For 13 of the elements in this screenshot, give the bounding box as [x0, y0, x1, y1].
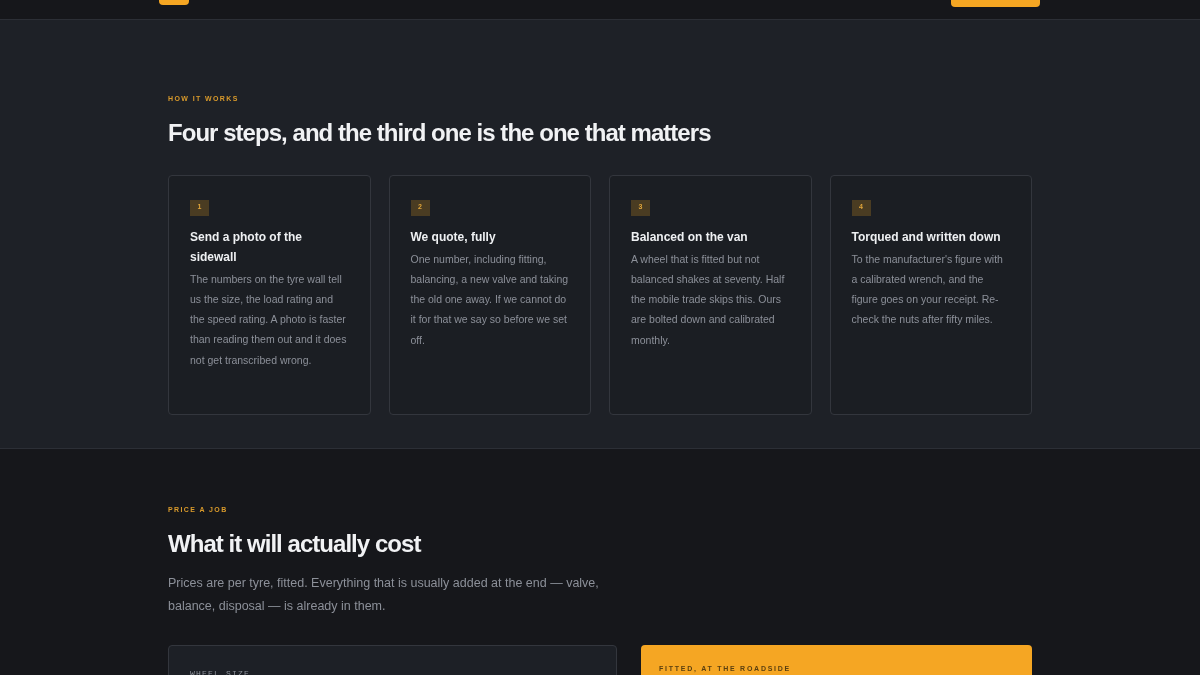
step-description: A wheel that is fitted but not balanced shakes at seventy. Half the mobile trade skips this. Ours are bolted down and calibrated monthly. — [631, 251, 786, 348]
step-title: Send a photo of the sidewall — [190, 228, 303, 266]
field-label: WHEEL SIZE — [190, 667, 251, 675]
step-title: Balanced on the van — [631, 228, 749, 246]
step-title: Torqued and written down — [851, 228, 1002, 246]
section-heading: What it will actually cost — [168, 528, 422, 559]
section-heading: Four steps, and the third one is the one that matters — [168, 117, 712, 148]
step-description: The numbers on the tyre wall tell us the size, the load rating and the speed rating. A photo is faster than reading them out and it does not get transcribed wrong. — [190, 271, 348, 368]
header-button[interactable] — [951, 0, 1040, 7]
section-intro: Prices are per tyre, fitted. Everything that is usually added at the end — valve, balance, disposal — is already in them. — [168, 574, 600, 615]
step-title: We quote, fully — [410, 228, 497, 246]
step-description: To the manufacturer's figure with a calibrated wrench, and the figure goes on your receipt. Re-check the nuts after fifty miles. — [851, 251, 1004, 328]
step-description: One number, including fitting, balancing, a new valve and taking the old one away. If we cannot do it for that we say so before we set off. — [410, 251, 569, 348]
